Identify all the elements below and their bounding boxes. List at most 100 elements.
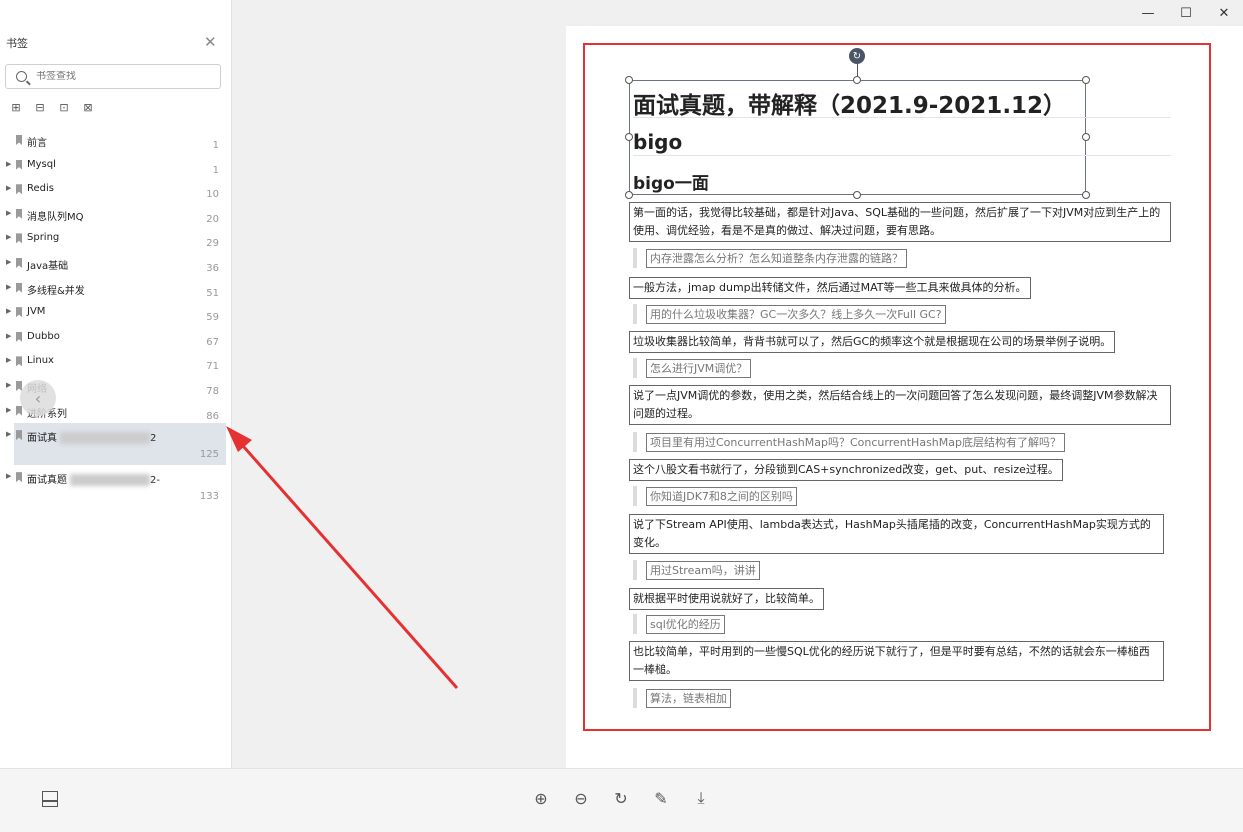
bookmark-item[interactable]: ▶ JVM 59 (0, 300, 232, 325)
bookmark-item[interactable]: ▶ Redis 10 (0, 177, 232, 202)
bookmark-icon (16, 135, 22, 145)
expand-triangle-icon[interactable]: ▶ (6, 283, 11, 291)
intro-paragraph[interactable]: 第一面的话，我觉得比较基础，都是针对Java、SQL基础的一些问题，然后扩展了一… (629, 202, 1171, 242)
answer-paragraph[interactable]: 就根据平时使用说就好了，比较简单。 (629, 588, 824, 610)
question-text[interactable]: 你知道JDK7和8之间的区别吗 (646, 486, 797, 506)
rotate-handle-icon[interactable]: ↻ (849, 48, 865, 64)
search-icon (16, 71, 27, 82)
add-bookmark-icon[interactable]: ⊡ (57, 100, 71, 114)
bookmark-icon (16, 233, 22, 244)
expand-triangle-icon[interactable]: ▶ (6, 472, 11, 480)
minimize-icon[interactable]: — (1129, 0, 1167, 26)
bookmark-sidebar: 书签 ✕ ⊞ ⊟ ⊡ ⊠ 前言 1 ▶ Mysql 1 ▶ Redis 10 ▶ (0, 0, 232, 768)
expand-triangle-icon[interactable]: ▶ (6, 406, 11, 414)
bookmark-item[interactable]: ▶ 面试真题 2- 133 (0, 465, 232, 507)
resize-handle[interactable] (1082, 76, 1090, 84)
heading-company: bigo (633, 130, 683, 154)
collapse-all-icon[interactable]: ⊟ (33, 100, 47, 114)
expand-triangle-icon[interactable]: ▶ (6, 332, 11, 340)
bookmark-icon (16, 184, 22, 195)
bookmark-label: 前言 (27, 138, 47, 149)
question-block: sql优化的经历 (633, 614, 725, 634)
bookmark-page: 29 (206, 238, 219, 250)
answer-paragraph[interactable]: 也比较简单，平时用到的一些慢SQL优化的经历说下就行了，但是平时要有总结，不然的… (629, 641, 1164, 681)
bookmark-item-selected[interactable]: ▶ 面试真 2 125 (6, 423, 226, 466)
bookmark-search-input[interactable] (36, 71, 206, 82)
expand-triangle-icon[interactable]: ▶ (6, 160, 11, 168)
layout-toggle-icon[interactable] (42, 791, 58, 807)
expand-triangle-icon[interactable]: ▶ (6, 381, 11, 389)
resize-handle[interactable] (853, 76, 861, 84)
resize-handle[interactable] (1082, 133, 1090, 141)
download-icon[interactable]: ⤓ (691, 788, 711, 808)
answer-paragraph[interactable]: 说了一点JVM调优的参数，使用之类，然后结合线上的一次问题回答了怎么发现问题，最… (629, 385, 1171, 425)
zoom-out-icon[interactable]: ⊖ (571, 788, 591, 808)
expand-triangle-icon[interactable]: ▶ (6, 209, 11, 217)
heading-round: bigo一面 (633, 174, 709, 194)
bookmark-icon (16, 472, 22, 483)
bookmark-item[interactable]: 前言 1 (0, 128, 232, 153)
answer-paragraph[interactable]: 说了下Stream API使用、lambda表达式，HashMap头插尾插的改变… (629, 514, 1164, 554)
answer-paragraph[interactable]: 这个八股文看书就行了，分段锁到CAS+synchronized改变，get、pu… (629, 459, 1063, 481)
rotate-icon[interactable]: ↻ (611, 788, 631, 808)
question-text[interactable]: 算法，链表相加 (646, 688, 731, 708)
redacted-text (60, 432, 150, 445)
answer-paragraph[interactable]: 一般方法，jmap dump出转储文件，然后通过MAT等一些工具来做具体的分析。 (629, 277, 1031, 299)
bookmark-item[interactable]: ▶ Mysql 1 (0, 153, 232, 178)
bookmark-page: 36 (206, 262, 219, 274)
question-text[interactable]: 用的什么垃圾收集器？GC一次多久？线上多久一次Full GC? (646, 304, 946, 324)
answer-paragraph[interactable]: 垃圾收集器比较简单，背背书就可以了，然后GC的频率这个就是根据现在公司的场景举例… (629, 331, 1116, 353)
edit-icon[interactable]: ✎ (651, 788, 671, 808)
expand-triangle-icon[interactable]: ▶ (6, 258, 11, 266)
bookmark-item[interactable]: ▶ Linux 71 (0, 349, 232, 374)
bookmark-item[interactable]: ▶ Java基础 36 (0, 251, 232, 276)
bookmark-icon (16, 307, 22, 318)
collapse-sidebar-button[interactable]: ‹ (20, 380, 56, 416)
bookmark-item[interactable]: ▶ Dubbo 67 (0, 325, 232, 350)
expand-all-icon[interactable]: ⊞ (9, 100, 23, 114)
question-text[interactable]: 项目里有用过ConcurrentHashMap吗？ConcurrentHashM… (646, 432, 1065, 452)
question-text[interactable]: 用过Stream吗，讲讲 (646, 560, 760, 580)
question-text[interactable]: sql优化的经历 (646, 614, 725, 634)
bookmark-search-box[interactable] (5, 64, 221, 89)
quote-bar (633, 486, 637, 506)
expand-triangle-icon[interactable]: ▶ (6, 233, 11, 241)
bookmark-icon (16, 282, 22, 293)
zoom-in-icon[interactable]: ⊕ (531, 788, 551, 808)
divider (633, 155, 1171, 156)
bookmark-icon (16, 331, 22, 342)
document-title: 面试真题，带解释（2021.9-2021.12） (633, 93, 1067, 119)
window-controls: — ☐ ✕ (1129, 0, 1243, 26)
bookmark-item[interactable]: ▶ Spring 29 (0, 226, 232, 251)
question-block: 内存泄露怎么分析？怎么知道整条内存泄露的链路？ (633, 248, 907, 268)
bookmark-page: 133 (199, 491, 219, 503)
quote-bar (633, 688, 637, 708)
resize-handle[interactable] (625, 76, 633, 84)
expand-triangle-icon[interactable]: ▶ (6, 307, 11, 315)
bookmark-label: Java基础 (27, 260, 69, 272)
expand-triangle-icon[interactable]: ▶ (6, 184, 11, 192)
close-icon[interactable]: ✕ (1205, 0, 1243, 26)
bookmark-item[interactable]: ▶ 消息队列MQ 20 (0, 202, 232, 227)
bookmark-icon (16, 405, 22, 416)
expand-triangle-icon[interactable]: ▶ (6, 430, 11, 438)
resize-handle[interactable] (625, 133, 633, 141)
bookmark-page: 67 (206, 336, 219, 348)
bookmark-label: Spring (27, 232, 60, 244)
resize-handle[interactable] (853, 191, 861, 199)
expand-triangle-icon[interactable]: ▶ (6, 356, 11, 364)
bookmark-toolbar: ⊞ ⊟ ⊡ ⊠ (9, 100, 95, 114)
maximize-icon[interactable]: ☐ (1167, 0, 1205, 26)
bookmark-item[interactable]: ▶ 多线程&并发 51 (0, 276, 232, 301)
sidebar-close-icon[interactable]: ✕ (204, 33, 217, 51)
question-text[interactable]: 怎么进行JVM调优？ (646, 358, 752, 378)
resize-handle[interactable] (625, 191, 633, 199)
resize-handle[interactable] (1082, 191, 1090, 199)
question-block: 你知道JDK7和8之间的区别吗 (633, 486, 797, 506)
bookmark-page: 71 (206, 361, 219, 373)
bookmark-page: 78 (206, 385, 219, 397)
remove-bookmark-icon[interactable]: ⊠ (81, 100, 95, 114)
bookmark-label: Mysql (27, 158, 56, 170)
question-text[interactable]: 内存泄露怎么分析？怎么知道整条内存泄露的链路？ (646, 248, 907, 268)
bookmark-page: 1 (212, 140, 219, 151)
